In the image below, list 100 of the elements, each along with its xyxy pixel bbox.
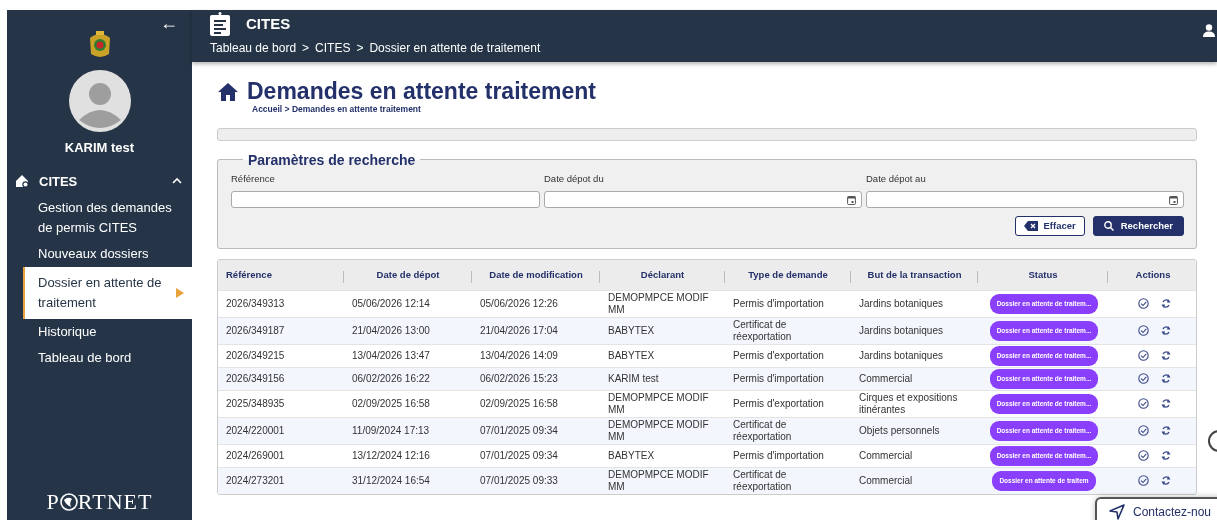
check-circle-icon[interactable] <box>1137 350 1149 361</box>
field-label: Date dépot au <box>866 171 927 186</box>
portnet-logo: P RTNET <box>46 488 153 516</box>
table-cell: 05/06/2026 12:26 <box>480 297 558 309</box>
user-name: KARIM test <box>63 139 136 157</box>
breadcrumb-separator: > <box>356 40 364 57</box>
refresh-icon[interactable] <box>1160 325 1171 336</box>
table-cell: Permis d'importation <box>733 297 824 309</box>
column-header[interactable]: Date de modification <box>472 260 600 290</box>
sidebar-item[interactable]: Historique <box>7 319 192 345</box>
breadcrumb-item[interactable]: Tableau de bord <box>210 39 297 57</box>
table-cell: 2026/349313 <box>226 297 285 309</box>
sidebar-item[interactable]: Nouveaux dossiers <box>7 241 192 267</box>
table-cell: 13/04/2026 14:09 <box>480 349 558 361</box>
contact-button[interactable]: Contactez-nou <box>1095 497 1217 520</box>
table-cell: DEMOPMPCE MODIF MM <box>608 468 709 492</box>
home-gear-icon <box>15 174 29 189</box>
panel-legend: Paramètres de recherche <box>243 152 421 167</box>
table-cell: BABYTEX <box>608 449 655 461</box>
column-header[interactable]: Status <box>978 260 1108 290</box>
table-cell: 2025/348935 <box>226 397 285 409</box>
refresh-icon[interactable] <box>1160 298 1171 309</box>
check-circle-icon[interactable] <box>1137 450 1149 461</box>
back-button[interactable]: ← <box>160 10 192 32</box>
table-cell: 2026/349187 <box>226 324 285 336</box>
backspace-icon <box>1023 221 1038 231</box>
sidebar-item[interactable]: Tableau de bord <box>7 345 192 371</box>
table-cell: Jardins botaniques <box>859 349 943 361</box>
breadcrumb-item: Dossier en attente de traitement <box>369 40 541 57</box>
column-header[interactable]: Type de demande <box>725 260 851 290</box>
search-button[interactable]: Rechercher <box>1092 216 1184 236</box>
table-cell: 11/09/2024 17:13 <box>352 424 430 436</box>
table-cell: 2024/269001 <box>226 449 285 461</box>
table-cell: 13/04/2026 13:47 <box>352 349 430 361</box>
refresh-icon[interactable] <box>1160 398 1171 409</box>
check-circle-icon[interactable] <box>1137 425 1149 436</box>
refresh-icon[interactable] <box>1160 350 1171 361</box>
table-cell: 07/01/2025 09:34 <box>480 449 558 461</box>
table-cell: Permis d'exportation <box>733 349 824 361</box>
table-cell: Certificat de réexportation <box>733 418 792 442</box>
table-cell: KARIM test <box>608 372 659 384</box>
date-field[interactable] <box>544 191 862 208</box>
table-cell: Certificat de réexportation <box>733 468 792 492</box>
menu-group-label[interactable]: CITES <box>39 171 162 191</box>
send-icon <box>1109 504 1125 520</box>
table-cell: 07/01/2025 09:34 <box>480 424 558 436</box>
table-cell: DEMOPMPCE MODIF MM <box>608 391 709 415</box>
check-circle-icon[interactable] <box>1137 298 1149 309</box>
table-cell: 06/02/2026 15:23 <box>480 372 558 384</box>
refresh-icon[interactable] <box>1160 450 1171 461</box>
breadcrumb-item[interactable]: CITES <box>315 39 351 57</box>
triangle-right-icon <box>176 288 184 298</box>
table-cell: Jardins botaniques <box>859 324 943 336</box>
table-cell: Commercial <box>859 449 913 461</box>
column-header[interactable]: Date de dépot <box>344 260 472 290</box>
check-circle-icon[interactable] <box>1137 398 1149 409</box>
refresh-icon[interactable] <box>1160 425 1171 436</box>
table-cell: DEMOPMPCE MODIF MM <box>608 418 709 442</box>
table-cell: 21/04/2026 17:04 <box>480 324 558 336</box>
column-header[interactable]: Actions <box>1108 260 1196 290</box>
text-field[interactable] <box>231 191 540 208</box>
refresh-icon[interactable] <box>1160 475 1171 486</box>
table-cell: Permis d'exportation <box>733 397 824 409</box>
table-cell: 06/02/2026 16:22 <box>352 372 430 384</box>
check-circle-icon[interactable] <box>1137 373 1149 384</box>
column-header[interactable]: Référence <box>218 260 344 290</box>
column-header[interactable]: Déclarant <box>600 260 725 290</box>
sidebar-item[interactable]: Dossier en attente de traitement <box>23 267 192 319</box>
table-cell: Objets personnels <box>859 424 940 436</box>
column-header[interactable]: But de la transaction <box>851 260 978 290</box>
avatar-icon <box>68 70 131 132</box>
table-cell: DEMOPMPCE MODIF MM <box>608 291 709 315</box>
table-cell: Cirques et expositions itinérantes <box>859 391 958 415</box>
refresh-icon[interactable] <box>1160 373 1171 384</box>
date-field[interactable] <box>866 191 1184 208</box>
table-cell: 2024/220001 <box>226 424 285 436</box>
table-cell: 2026/349156 <box>226 372 285 384</box>
table-cell: Commercial <box>859 372 913 384</box>
table-cell: BABYTEX <box>608 324 655 336</box>
table-cell: 2026/349215 <box>226 349 285 361</box>
home-icon <box>217 81 239 102</box>
table-cell: 2024/273201 <box>226 474 285 486</box>
table-cell: 21/04/2026 13:00 <box>352 324 430 336</box>
table-cell: 02/09/2025 16:58 <box>352 397 430 409</box>
chevron-up-icon[interactable] <box>172 177 182 186</box>
table-cell: Permis d'importation <box>733 372 824 384</box>
user-icon[interactable] <box>1203 24 1215 37</box>
breadcrumb-separator: > <box>302 40 310 57</box>
page-header-title: CITES <box>246 13 291 34</box>
check-circle-icon[interactable] <box>1137 475 1149 486</box>
table-cell: 07/01/2025 09:33 <box>480 474 558 486</box>
clear-button[interactable]: Effacer <box>1014 216 1085 236</box>
field-label: Date dépot du <box>544 171 605 186</box>
check-circle-icon[interactable] <box>1137 325 1149 336</box>
sidebar-item[interactable]: Gestion des demandes de permis CITES <box>7 195 192 241</box>
table-cell: Permis d'importation <box>733 449 824 461</box>
table-cell: Certificat de réexportation <box>733 318 792 342</box>
table-cell: 05/06/2026 12:14 <box>352 297 430 309</box>
table-cell: 13/12/2024 12:16 <box>352 449 430 461</box>
table-cell: 31/12/2024 16:54 <box>352 474 430 486</box>
